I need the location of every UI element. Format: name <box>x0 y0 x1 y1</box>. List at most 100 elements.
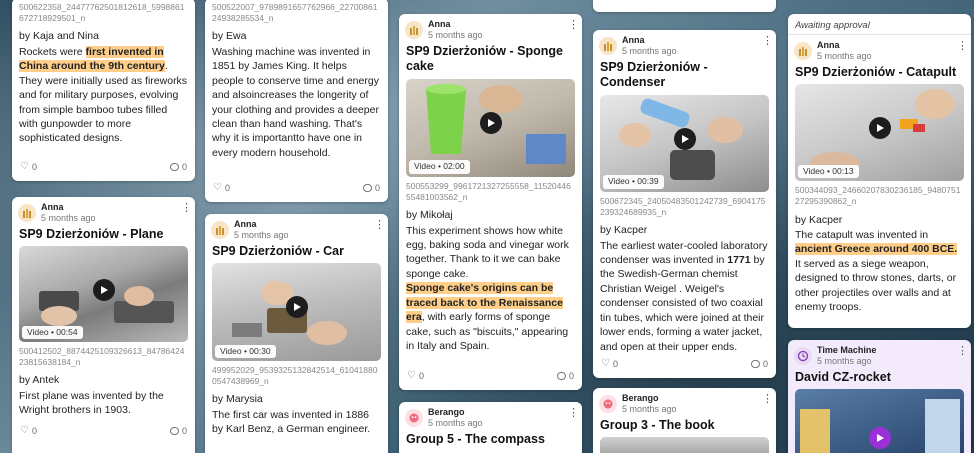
comment-icon <box>169 163 179 172</box>
author-name: Anna <box>41 202 64 212</box>
post-title: Group 3 - The book <box>600 417 715 432</box>
play-icon[interactable] <box>92 278 115 301</box>
avatar-icon <box>604 42 612 51</box>
author-name: Anna <box>234 219 257 229</box>
author-name: Anna <box>428 19 451 29</box>
play-icon[interactable] <box>285 296 308 319</box>
post-author-line: by Antek <box>19 374 60 387</box>
post-title: SP9 Dzierżoniów - Sponge cake <box>406 43 563 74</box>
avatar-icon <box>799 47 807 57</box>
more-options-icon[interactable]: ⋮ <box>568 20 579 31</box>
post-title: David CZ-rocket <box>795 369 891 384</box>
avatar-icon <box>410 26 418 35</box>
comment-icon <box>362 184 372 193</box>
post-body: First plane was invented by the Wright b… <box>19 389 164 417</box>
post-card-partial-top[interactable] <box>593 0 776 12</box>
post-body: The first car was invented in 1886 by Ka… <box>212 408 371 436</box>
like-button[interactable]: ♡ 0 <box>407 369 424 383</box>
more-options-icon[interactable]: ⋮ <box>762 36 773 47</box>
avatar <box>405 21 423 39</box>
avatar <box>405 409 423 427</box>
like-button[interactable]: ♡ 0 <box>20 160 37 174</box>
heart-icon: ♡ <box>20 161 29 173</box>
comment-button[interactable]: 0 <box>750 357 768 371</box>
play-icon[interactable] <box>479 112 502 135</box>
more-options-icon[interactable]: ⋮ <box>568 408 579 419</box>
avatar-icon <box>409 413 419 423</box>
avatar-icon <box>23 209 31 218</box>
post-card-book[interactable]: Berango 5 months ago ⋮ Group 3 - The book <box>593 388 776 453</box>
more-options-icon[interactable]: ⋮ <box>181 203 192 214</box>
post-author-line: by Kacper <box>600 224 648 237</box>
post-author-line: by Marysia <box>212 393 263 406</box>
more-options-icon[interactable]: ⋮ <box>957 346 968 357</box>
play-icon[interactable] <box>673 127 696 150</box>
comment-icon <box>750 360 760 369</box>
attachment-filename: 500522007_9789891657762966_2270086124938… <box>212 2 378 24</box>
post-footer: ♡ 0 0 <box>12 154 195 181</box>
like-button[interactable]: ♡ 0 <box>20 424 37 438</box>
attachment-filename: 500344093_24660207830236185_948075127295… <box>795 185 961 207</box>
post-card-rockets[interactable]: 500622358_24477762501812618_599886167271… <box>12 0 195 181</box>
attachment-filename: 500553299_9961721327255558_1152044655481… <box>406 180 571 202</box>
like-button[interactable]: ♡ 0 <box>213 181 230 195</box>
video-thumbnail[interactable]: Video • 00:30 <box>212 263 381 362</box>
post-card-car[interactable]: Anna 5 months ago ⋮ SP9 Dzierżoniów - Car… <box>205 214 388 453</box>
post-body: The catapult was invented in ancient Gre… <box>795 229 958 314</box>
post-card-cz-rocket[interactable]: Time Machine 5 months ago ⋮ David CZ-rock… <box>788 340 971 453</box>
post-footer: ♡ 0 0 <box>12 418 195 445</box>
heart-icon: ♡ <box>407 370 416 382</box>
post-card-compass[interactable]: Berango 5 months ago ⋮ Group 5 - The comp… <box>399 402 582 453</box>
post-body: Rockets were first invented in China aro… <box>19 45 188 145</box>
avatar <box>794 42 812 61</box>
video-thumbnail[interactable]: Video • 00:39 <box>600 94 769 192</box>
post-card-plane[interactable]: Anna 5 months ago ⋮ SP9 Dzierżoniów - Pla… <box>12 197 195 453</box>
comment-button[interactable]: 0 <box>169 424 187 438</box>
video-thumbnail[interactable] <box>600 437 769 453</box>
like-button[interactable]: ♡ 0 <box>601 357 618 371</box>
video-thumbnail[interactable]: Video • 00:54 <box>19 246 188 343</box>
heart-icon: ♡ <box>601 358 610 370</box>
comment-button[interactable]: 0 <box>362 181 380 195</box>
video-thumbnail[interactable] <box>795 389 964 453</box>
attachment-filename: 500412502_8874425109326613_8478642423815… <box>19 346 185 368</box>
post-body: The earliest water-cooled laboratory con… <box>600 239 768 353</box>
avatar <box>211 221 229 239</box>
post-footer: ♡ 0 0 <box>399 363 582 390</box>
post-author-line: by Ewa <box>212 30 247 43</box>
avatar <box>794 347 812 365</box>
author-name: Berango <box>622 393 659 403</box>
post-card-washing-machine[interactable]: 500522007_9789891657762966_2270086124938… <box>205 0 388 202</box>
post-time: 5 months ago <box>41 212 96 223</box>
avatar <box>599 37 617 55</box>
post-author-line: by Kaja and Nina <box>19 30 99 43</box>
comment-button[interactable]: 0 <box>169 160 187 174</box>
post-card-catapult[interactable]: Awaiting approval Anna 5 months ago ⋮ SP9… <box>788 14 971 328</box>
post-time: 5 months ago <box>817 355 872 366</box>
attachment-filename: 500622358_24477762501812618_599886167271… <box>19 2 185 24</box>
video-thumbnail[interactable]: Video • 00:13 <box>795 84 964 182</box>
post-author-line: by Mikołaj <box>406 209 453 222</box>
post-body: Washing machine was invented in 1851 by … <box>212 45 379 159</box>
post-card-sponge-cake[interactable]: Anna 5 months ago ⋮ SP9 Dzierżoniów - Spo… <box>399 14 582 390</box>
heart-icon: ♡ <box>213 182 222 194</box>
video-duration: Video • 00:13 <box>798 164 859 179</box>
avatar <box>18 204 36 222</box>
post-title: SP9 Dzierżoniów - Catapult <box>795 64 957 79</box>
post-footer: ♡ 0 0 <box>205 175 388 202</box>
post-card-condenser[interactable]: Anna 5 months ago ⋮ SP9 Dzierżoniów - Con… <box>593 30 776 378</box>
post-time: 5 months ago <box>234 229 289 240</box>
post-title: SP9 Dzierżoniów - Car <box>212 243 344 258</box>
more-options-icon[interactable]: ⋮ <box>957 41 968 52</box>
play-icon[interactable] <box>868 427 891 450</box>
video-thumbnail[interactable]: Video • 02:00 <box>406 78 575 177</box>
play-icon[interactable] <box>868 117 891 140</box>
post-time: 5 months ago <box>622 403 677 414</box>
comment-button[interactable]: 0 <box>556 369 574 383</box>
more-options-icon[interactable]: ⋮ <box>374 220 385 231</box>
more-options-icon[interactable]: ⋮ <box>762 394 773 405</box>
avatar-icon <box>216 226 224 235</box>
video-duration: Video • 00:54 <box>22 325 83 340</box>
post-title: SP9 Dzierżoniów - Condenser <box>600 59 708 90</box>
author-name: Anna <box>817 40 840 51</box>
